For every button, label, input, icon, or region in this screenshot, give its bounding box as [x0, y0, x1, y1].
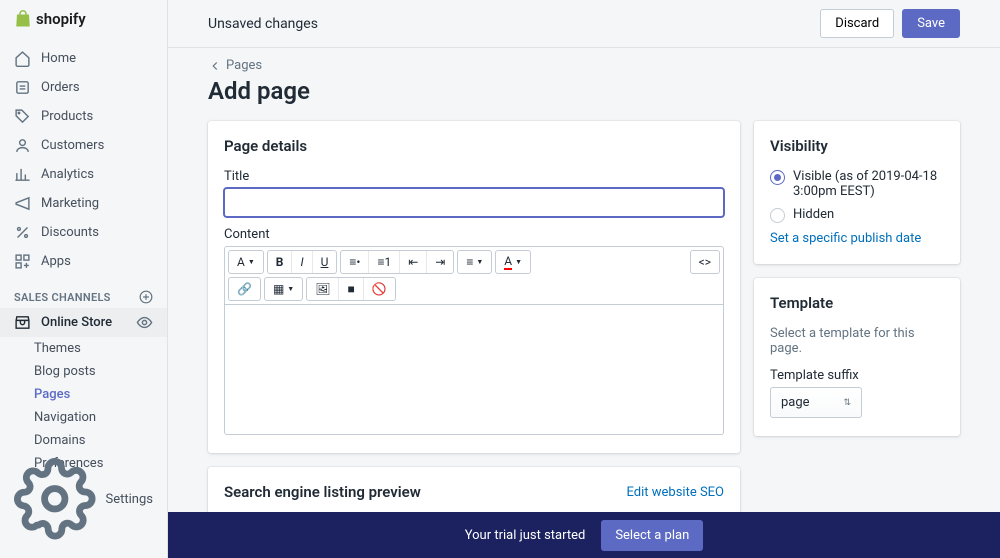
analytics-icon — [14, 166, 31, 183]
nav-orders[interactable]: Orders — [0, 73, 167, 102]
primary-nav: Home Orders Products Customers Analytics… — [0, 38, 167, 282]
video-button[interactable]: ■ — [338, 278, 362, 300]
shopify-bag-icon — [14, 10, 32, 28]
table-dropdown[interactable]: ▦▼ — [265, 278, 302, 300]
bold-button[interactable]: B — [268, 251, 292, 273]
megaphone-icon — [14, 195, 31, 212]
content-label: Content — [224, 227, 724, 242]
radio-hidden[interactable] — [770, 208, 785, 223]
store-icon — [14, 314, 31, 331]
card-title: Page details — [224, 137, 724, 155]
subnav-blog[interactable]: Blog posts — [34, 360, 167, 383]
nav-customers[interactable]: Customers — [0, 131, 167, 160]
nav-apps[interactable]: Apps — [0, 247, 167, 276]
visibility-card: Visibility Visible (as of 2019-04-18 3:0… — [754, 121, 960, 264]
template-description: Select a template for this page. — [770, 326, 944, 356]
visibility-visible-option[interactable]: Visible (as of 2019-04-18 3:00pm EEST) — [770, 169, 944, 199]
discard-button[interactable]: Discard — [820, 9, 894, 38]
content-editor[interactable] — [224, 305, 724, 435]
gear-icon — [14, 458, 96, 540]
title-input[interactable] — [224, 188, 724, 217]
link-button[interactable]: 🔗 — [229, 278, 260, 300]
select-caret-icon: ⇅ — [843, 398, 851, 408]
nav-settings[interactable]: Settings — [0, 450, 167, 548]
subnav-navigation[interactable]: Navigation — [34, 406, 167, 429]
eye-icon[interactable] — [136, 314, 153, 331]
radio-visible[interactable] — [770, 170, 785, 185]
main-content: Unsaved changes Discard Save Pages Add p… — [168, 0, 1000, 558]
italic-button[interactable]: I — [291, 251, 311, 273]
set-publish-date-link[interactable]: Set a specific publish date — [770, 231, 921, 246]
image-button[interactable]: 🖼 — [307, 278, 338, 300]
save-button[interactable]: Save — [902, 9, 960, 38]
clear-formatting-button[interactable]: 🚫 — [363, 278, 395, 300]
nav-discounts[interactable]: Discounts — [0, 218, 167, 247]
trial-text: Your trial just started — [465, 528, 586, 543]
brand-logo[interactable]: shopify — [0, 0, 167, 38]
indent-button[interactable]: ⇥ — [426, 251, 453, 273]
percent-icon — [14, 224, 31, 241]
person-icon — [14, 137, 31, 154]
nav-products[interactable]: Products — [0, 102, 167, 131]
page-details-card: Page details Title Content A▼ B I U — [208, 121, 740, 453]
unsaved-changes-label: Unsaved changes — [208, 16, 318, 32]
chevron-left-icon — [208, 59, 222, 73]
home-icon — [14, 50, 31, 67]
card-title: Visibility — [770, 137, 944, 155]
template-suffix-label: Template suffix — [770, 368, 944, 383]
sales-channels-header: SALES CHANNELS — [0, 282, 167, 308]
page-title: Add page — [208, 77, 960, 105]
numbered-list-button[interactable]: ≡1 — [368, 251, 399, 273]
add-channel-icon[interactable] — [139, 290, 153, 304]
apps-icon — [14, 253, 31, 270]
tag-icon — [14, 108, 31, 125]
trial-bar: Your trial just started Select a plan — [168, 512, 1000, 558]
template-suffix-select[interactable]: page ⇅ — [770, 387, 862, 418]
template-card: Template Select a template for this page… — [754, 278, 960, 436]
nav-marketing[interactable]: Marketing — [0, 189, 167, 218]
font-family-dropdown[interactable]: A▼ — [229, 251, 263, 273]
html-view-button[interactable]: <> — [691, 251, 719, 273]
align-dropdown[interactable]: ≡▼ — [458, 251, 491, 273]
select-plan-button[interactable]: Select a plan — [601, 520, 703, 551]
topbar: Unsaved changes Discard Save — [168, 0, 1000, 48]
sidebar: shopify Home Orders Products Customers A… — [0, 0, 168, 558]
subnav-pages[interactable]: Pages — [34, 383, 167, 406]
edit-seo-link[interactable]: Edit website SEO — [627, 485, 725, 500]
card-title: Template — [770, 294, 944, 312]
visibility-hidden-option[interactable]: Hidden — [770, 207, 944, 223]
underline-button[interactable]: U — [312, 251, 337, 273]
nav-analytics[interactable]: Analytics — [0, 160, 167, 189]
topbar-actions: Discard Save — [820, 9, 960, 38]
seo-card-title: Search engine listing preview — [224, 483, 421, 501]
rich-text-toolbar: A▼ B I U ≡• ≡1 ⇤ ⇥ — [224, 246, 724, 305]
breadcrumb[interactable]: Pages — [208, 58, 960, 73]
bulleted-list-button[interactable]: ≡• — [341, 251, 368, 273]
subnav-themes[interactable]: Themes — [34, 337, 167, 360]
nav-online-store[interactable]: Online Store — [0, 308, 167, 337]
brand-name: shopify — [36, 10, 86, 28]
content-area: Pages Add page Page details Title Conten… — [168, 48, 1000, 558]
outdent-button[interactable]: ⇤ — [399, 251, 426, 273]
orders-icon — [14, 79, 31, 96]
title-label: Title — [224, 169, 724, 184]
nav-home[interactable]: Home — [0, 44, 167, 73]
subnav-domains[interactable]: Domains — [34, 429, 167, 452]
text-color-dropdown[interactable]: A▼ — [496, 251, 530, 273]
